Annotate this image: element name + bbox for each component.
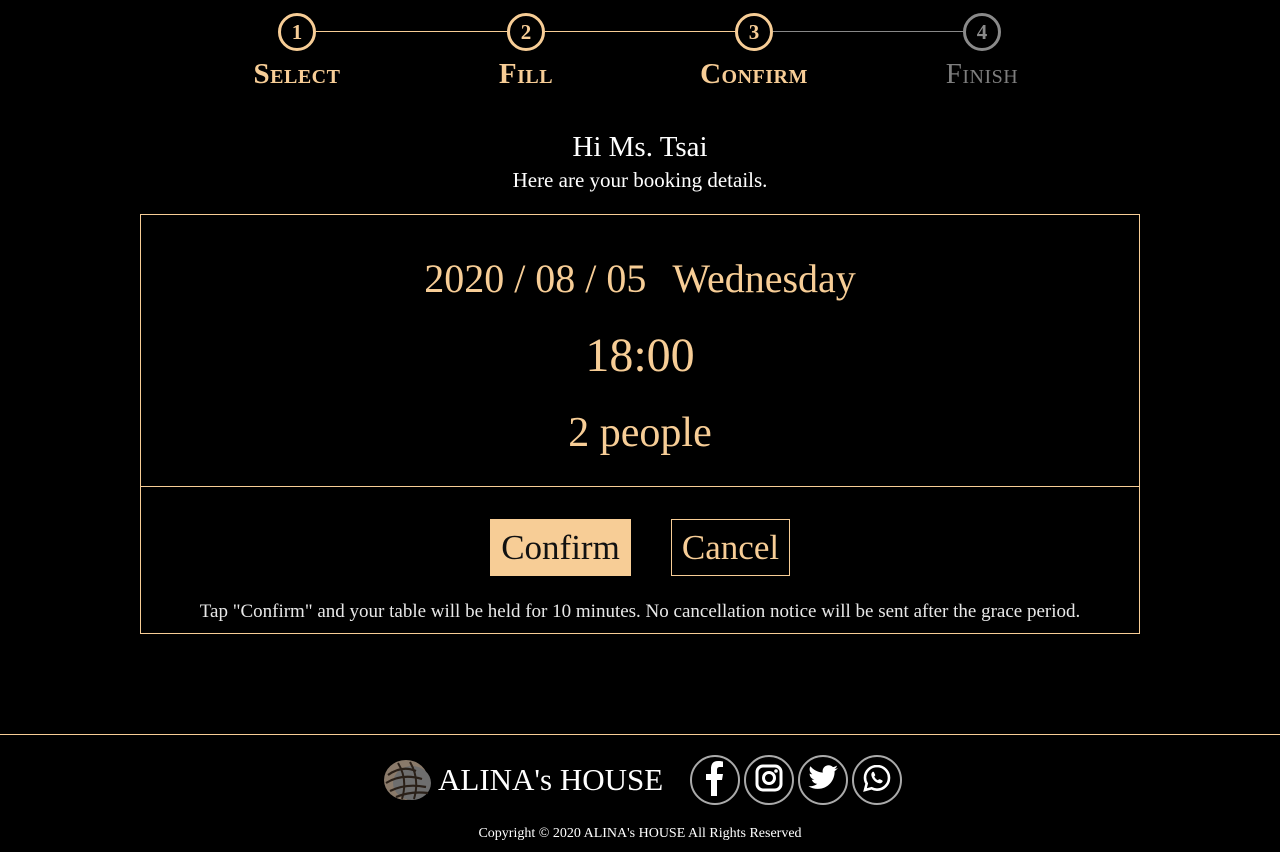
step-3-number: 3 xyxy=(735,13,773,51)
facebook-link[interactable] xyxy=(690,755,740,805)
greeting-title: Hi Ms. Tsai xyxy=(572,131,708,163)
footer-divider xyxy=(0,734,1280,735)
step-2-label: Fill xyxy=(498,58,554,90)
whatsapp-icon xyxy=(862,763,892,798)
booking-party-size: 2 people xyxy=(568,410,712,456)
brand-logo-icon xyxy=(382,757,434,803)
instagram-icon xyxy=(755,764,783,797)
cancel-button[interactable]: Cancel xyxy=(671,519,790,576)
step-2-number: 2 xyxy=(507,13,545,51)
instagram-link[interactable] xyxy=(744,755,794,805)
twitter-link[interactable] xyxy=(798,755,848,805)
step-4-number: 4 xyxy=(963,13,1001,51)
booking-card: 2020 / 08 / 05 Wednesday 18:00 2 people C… xyxy=(140,214,1140,634)
booking-weekday: Wednesday xyxy=(672,256,856,301)
facebook-icon xyxy=(700,760,730,801)
booking-date-row: 2020 / 08 / 05 Wednesday xyxy=(141,251,1139,307)
greeting-subtitle: Here are your booking details. xyxy=(512,168,768,192)
step-1-label: Select xyxy=(253,58,341,90)
step-4-label: Finish xyxy=(945,58,1019,90)
step-3-label: Confirm xyxy=(700,58,808,90)
step-connector xyxy=(316,31,507,32)
booking-date: 2020 / 08 / 05 xyxy=(424,256,647,301)
copyright: Copyright © 2020 ALINA's HOUSE All Right… xyxy=(478,826,802,841)
step-1-number: 1 xyxy=(278,13,316,51)
booking-time: 18:00 xyxy=(585,329,695,382)
booking-stepper: 1 2 3 4 Select Fill Confirm Finish xyxy=(0,0,1280,110)
greeting: Hi Ms. Tsai Here are your booking detail… xyxy=(0,128,1280,194)
brand[interactable]: ALINA's HOUSE xyxy=(382,756,663,804)
brand-name: ALINA's HOUSE xyxy=(438,762,664,797)
whatsapp-link[interactable] xyxy=(852,755,902,805)
hold-notice: Tap "Confirm" and your table will be hel… xyxy=(199,601,1081,622)
booking-details: 2020 / 08 / 05 Wednesday 18:00 2 people xyxy=(141,215,1139,487)
twitter-icon xyxy=(807,764,839,797)
step-connector xyxy=(545,31,735,32)
step-connector xyxy=(773,31,963,32)
confirm-button[interactable]: Confirm xyxy=(490,519,631,576)
